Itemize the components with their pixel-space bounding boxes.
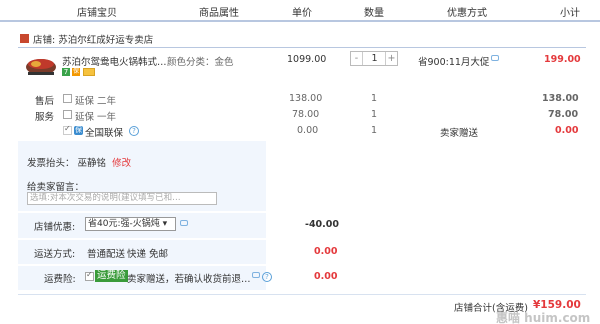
extended-warranty-1y-checkbox[interactable] — [63, 110, 72, 119]
insurance-label: 运费险: — [44, 274, 76, 285]
extended-warranty-2y-subtotal: 138.00 — [542, 93, 579, 104]
extended-warranty-1y-label: 延保 一年 — [75, 112, 117, 123]
badge-seven-day-icon: 7 — [62, 68, 70, 76]
badge-seven-day-text: 7 — [63, 68, 69, 76]
invoice-label: 发票抬头： — [27, 158, 75, 169]
header-attribute: 商品属性 — [199, 8, 239, 19]
warranty-shield-icon: 保 — [74, 126, 83, 135]
total-divider — [18, 294, 586, 295]
product-unit-price: 1099.00 — [287, 54, 327, 65]
warranty-help-icon[interactable]: ? — [129, 126, 139, 136]
item-divider — [18, 47, 586, 48]
shipping-label: 运送方式: — [34, 249, 76, 260]
product-attribute: 颜色分类：金色 — [167, 57, 234, 68]
national-warranty-qty: 1 — [371, 125, 378, 136]
quantity-stepper: - 1 + — [350, 51, 398, 66]
shop-prefix: 店铺: — [33, 35, 56, 46]
quantity-decrease-button[interactable]: - — [351, 52, 363, 65]
insurance-desc: 卖家赠送，若确认收货前退… — [127, 274, 251, 285]
hotpot-image-icon — [26, 59, 56, 75]
badge-card-icon — [83, 68, 95, 76]
header-discount: 优惠方式 — [447, 8, 487, 19]
shipping-option-express: 快递 免邮 — [127, 249, 169, 260]
header-quantity: 数量 — [364, 8, 384, 19]
invoice-value: 巫静铭 — [77, 158, 107, 169]
national-warranty-method: 卖家赠送 — [440, 128, 479, 139]
header-product: 店铺宝贝 — [77, 8, 117, 19]
message-label: 给卖家留言： — [27, 182, 85, 193]
extended-warranty-2y-label: 延保 二年 — [75, 96, 117, 107]
site-watermark: 惠喵 huim.com — [496, 311, 591, 324]
extended-warranty-2y-price: 138.00 — [289, 93, 323, 104]
shop-line: 店铺: 苏泊尔红成好运专卖店 — [33, 32, 153, 46]
badge-guarantee-text: 保 — [72, 68, 79, 75]
shop-icon — [20, 34, 29, 43]
extended-warranty-2y-qty: 1 — [371, 93, 378, 104]
header-price: 单价 — [292, 8, 312, 19]
message-input[interactable]: 选填:对本次交易的说明(建议填写已和… — [27, 192, 217, 205]
shop-discount-select[interactable]: 省40元:强-火锅炖 ▾ — [85, 217, 176, 231]
quantity-input[interactable]: 1 — [364, 52, 385, 65]
shop-discount-amount: -40.00 — [305, 219, 339, 230]
insurance-help-icon[interactable]: ? — [262, 272, 272, 282]
insurance-tag: 运费险 — [95, 270, 128, 282]
national-warranty-price: 0.00 — [297, 125, 319, 136]
insurance-info-icon[interactable] — [252, 272, 260, 278]
cart-table-header: 店铺宝贝 商品属性 单价 数量 优惠方式 小计 — [0, 0, 600, 22]
item-discount-text: 省900:11月大促 — [418, 57, 490, 68]
extended-warranty-1y-qty: 1 — [371, 109, 378, 120]
header-subtotal: 小计 — [560, 8, 580, 19]
badge-guarantee-icon: 保 — [72, 68, 80, 76]
extended-warranty-2y-checkbox[interactable] — [63, 94, 72, 103]
shipping-amount: 0.00 — [314, 246, 338, 257]
shop-discount-label: 店铺优惠: — [34, 222, 76, 233]
service-label: 服务 — [35, 112, 55, 123]
shop-discount-info-icon[interactable] — [180, 220, 188, 226]
discount-info-icon[interactable] — [491, 55, 499, 61]
insurance-amount: 0.00 — [314, 271, 338, 282]
invoice-line: 发票抬头： 巫静铭 修改 — [27, 155, 131, 169]
national-warranty-subtotal: 0.00 — [555, 125, 579, 136]
insurance-checkbox[interactable] — [85, 270, 94, 281]
national-warranty-checkbox — [63, 124, 72, 135]
quantity-increase-button[interactable]: + — [385, 52, 397, 65]
shop-name-link[interactable]: 苏泊尔红成好运专卖店 — [58, 35, 153, 46]
extended-warranty-1y-price: 78.00 — [292, 109, 320, 120]
product-thumbnail[interactable] — [24, 52, 58, 78]
extended-warranty-1y-subtotal: 78.00 — [548, 109, 579, 120]
invoice-edit-link[interactable]: 修改 — [112, 158, 131, 169]
shipping-option-standard: 普通配送 — [87, 249, 126, 260]
product-title-link[interactable]: 苏泊尔鸳鸯电火锅韩式… — [62, 54, 167, 68]
national-warranty-label: 全国联保 — [85, 128, 124, 139]
item-subtotal: 199.00 — [544, 54, 581, 65]
after-sale-label: 售后 — [35, 96, 55, 107]
